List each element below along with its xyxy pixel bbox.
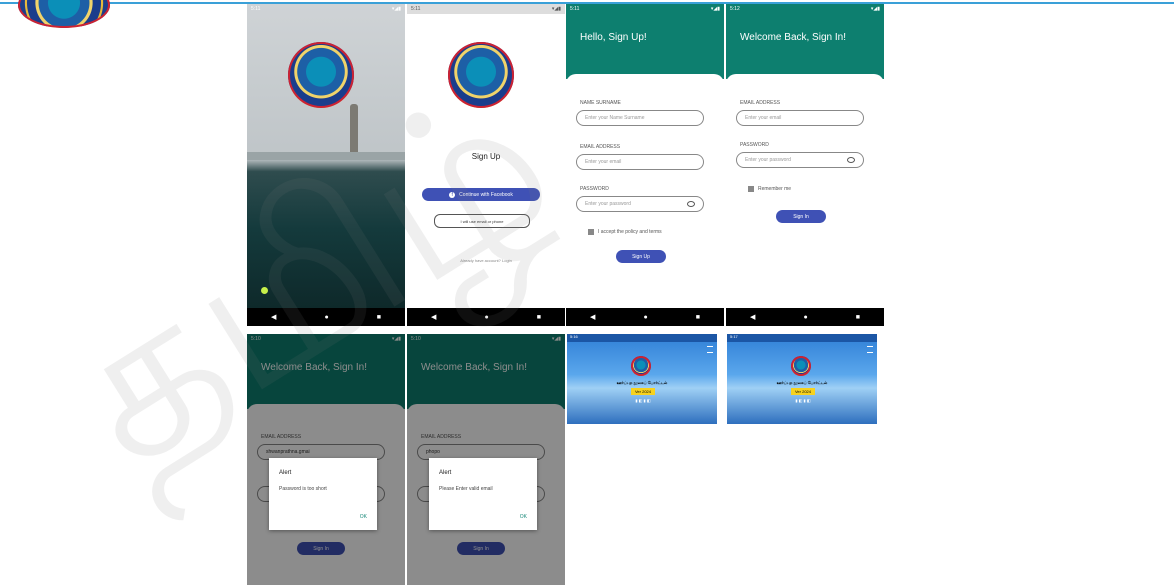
facebook-button[interactable]: f Continue with Facebook xyxy=(422,188,540,201)
alert-ok-button[interactable]: OK xyxy=(520,514,527,520)
alert-message: Please Enter valid email xyxy=(439,486,493,492)
screen-signup-form: 5:11 ▾◢▮ Hello, Sign Up! NAME SURNAME Ente… xyxy=(566,4,724,326)
email-phone-button[interactable]: I will use email or phone xyxy=(434,214,530,228)
recents-icon[interactable]: ■ xyxy=(856,314,860,321)
status-bar: 5:16 xyxy=(567,334,717,342)
alert-title: Alert xyxy=(279,470,292,476)
home-icon[interactable]: ● xyxy=(643,314,647,321)
signin-button[interactable]: Sign In xyxy=(776,210,826,223)
header-title: Welcome Back, Sign In! xyxy=(740,32,846,43)
back-icon[interactable]: ◀ xyxy=(271,313,276,321)
header: 5:12 ▾◢▮ Welcome Back, Sign In! xyxy=(726,4,884,79)
recents-icon[interactable]: ■ xyxy=(377,314,381,321)
eye-icon[interactable] xyxy=(847,157,855,163)
back-icon[interactable]: ◀ xyxy=(590,313,595,321)
home-icon[interactable]: ● xyxy=(803,314,807,321)
app-logo xyxy=(288,42,354,108)
home-icon[interactable]: ● xyxy=(484,314,488,321)
version-badge: Ver 2024 xyxy=(631,388,655,395)
screen-signin-form: 5:12 ▾◢▮ Welcome Back, Sign In! EMAIL ADDR… xyxy=(726,4,884,326)
alert-dialog: Alert Please Enter valid email OK xyxy=(429,458,537,530)
back-icon[interactable]: ◀ xyxy=(431,313,436,321)
password-label: PASSWORD xyxy=(580,186,609,192)
form-card: EMAIL ADDRESS Enter your email PASSWORD … xyxy=(726,74,884,304)
app-logo xyxy=(791,356,811,376)
signup-title: Sign Up xyxy=(471,152,501,161)
password-label: PASSWORD xyxy=(740,142,769,148)
sea-surface xyxy=(247,152,405,160)
portal-title: ஊர்ப்புற நூலகப் போர்ட்டல் xyxy=(616,380,668,385)
header-title: Hello, Sign Up! xyxy=(580,32,647,43)
eye-icon[interactable] xyxy=(687,201,695,207)
version-badge: Ver 2024 xyxy=(791,388,815,395)
corner-logo xyxy=(18,0,110,28)
recents-icon[interactable]: ■ xyxy=(696,314,700,321)
header: 5:11 ▾◢▮ Hello, Sign Up! xyxy=(566,4,724,79)
password-input[interactable]: Enter your password xyxy=(576,196,704,212)
screen-splash: 5:11 ▾◢▮ ◀ ● ■ xyxy=(247,4,405,326)
screen-landscape-2: 5:17 ஊர்ப்புற நூலகப் போர்ட்டல் Ver 2024 … xyxy=(727,334,877,424)
password-input[interactable]: Enter your password xyxy=(736,152,864,168)
remember-checkbox[interactable] xyxy=(748,186,754,192)
portal-title: ஊர்ப்புற நூலகப் போர்ட்டல் xyxy=(776,380,828,385)
recents-icon[interactable]: ■ xyxy=(537,314,541,321)
back-icon[interactable]: ◀ xyxy=(750,313,755,321)
screen-signup-options: 5:11 ▾◢▮ Sign Up f Continue with Facebook … xyxy=(407,4,565,326)
status-bar: 5:11 ▾◢▮ xyxy=(570,6,720,12)
screen-signin-alert-email: 5:10 ▾◢▮ Welcome Back, Sign In! EMAIL ADDR… xyxy=(407,334,565,585)
alert-dialog: Alert Password is too short OK xyxy=(269,458,377,530)
status-bar: 5:11 ▾◢▮ xyxy=(251,6,401,12)
lighthouse-graphic xyxy=(350,104,358,154)
menu-icon[interactable] xyxy=(707,346,713,353)
alert-message: Password is too short xyxy=(279,486,327,492)
name-input[interactable]: Enter your Name Surname xyxy=(576,110,704,126)
app-logo xyxy=(631,356,651,376)
email-label: EMAIL ADDRESS xyxy=(580,144,621,150)
app-logo xyxy=(448,42,514,108)
remember-label: Remember me xyxy=(758,186,792,192)
accept-label: I accept the policy and terms xyxy=(598,229,662,235)
banner-icons: ▮ ◧ ▮ ◧ xyxy=(635,398,651,403)
name-label: NAME SURNAME xyxy=(580,100,621,106)
accept-checkbox[interactable] xyxy=(588,229,594,235)
nav-bar: ◀ ● ■ xyxy=(566,308,724,326)
alert-ok-button[interactable]: OK xyxy=(360,514,367,520)
form-card: NAME SURNAME Enter your Name Surname EMA… xyxy=(566,74,724,304)
loading-dot xyxy=(261,287,268,294)
home-icon[interactable]: ● xyxy=(324,314,328,321)
menu-icon[interactable] xyxy=(867,346,873,353)
status-bar: 5:11 ▾◢▮ xyxy=(407,4,565,14)
login-link[interactable]: Already have account? Login xyxy=(407,258,565,263)
status-bar: 5:17 xyxy=(727,334,877,342)
status-bar: 5:12 ▾◢▮ xyxy=(730,6,880,12)
nav-bar: ◀ ● ■ xyxy=(726,308,884,326)
alert-title: Alert xyxy=(439,470,452,476)
screen-landscape-1: 5:16 ஊர்ப்புற நூலகப் போர்ட்டல் Ver 2024 … xyxy=(567,334,717,424)
screen-signin-alert-password: 5:10 ▾◢▮ Welcome Back, Sign In! EMAIL ADDR… xyxy=(247,334,405,585)
facebook-icon: f xyxy=(449,191,456,198)
email-label: EMAIL ADDRESS xyxy=(740,100,781,106)
email-input[interactable]: Enter your email xyxy=(576,154,704,170)
banner-icons: ▮ ◧ ▮ ◧ xyxy=(795,398,811,403)
nav-bar: ◀ ● ■ xyxy=(247,308,405,326)
email-input[interactable]: Enter your email xyxy=(736,110,864,126)
signup-button[interactable]: Sign Up xyxy=(616,250,666,263)
nav-bar: ◀ ● ■ xyxy=(407,308,565,326)
